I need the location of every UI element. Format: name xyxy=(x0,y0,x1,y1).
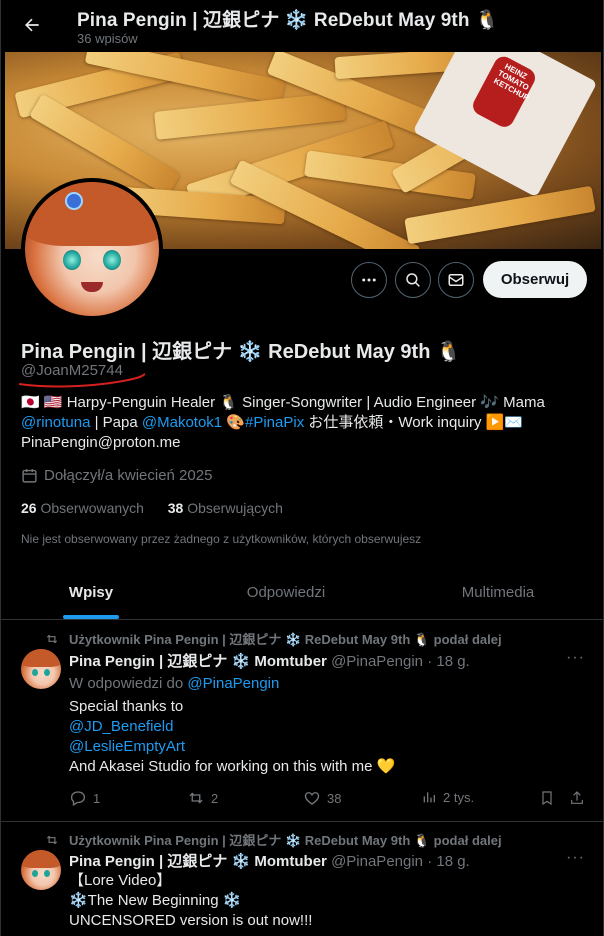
top-bar: Pina Pengin | 辺銀ピナ ❄️ ReDebut May 9th 🐧 … xyxy=(1,0,603,52)
heart-icon xyxy=(304,792,320,805)
post-text-line: Special thanks to xyxy=(69,698,184,715)
like-button[interactable]: 38 xyxy=(303,789,341,807)
repost-icon xyxy=(46,835,58,844)
followers-label: Obserwujących xyxy=(187,500,283,516)
post-time[interactable]: · 18 g. xyxy=(427,853,470,870)
back-button[interactable] xyxy=(15,8,49,42)
hair-clip-icon xyxy=(65,192,83,210)
post-more-button[interactable]: ··· xyxy=(566,649,585,667)
post-mention-leslieemptyart[interactable]: @LeslieEmptyArt xyxy=(69,737,395,757)
followers-count: 38 xyxy=(167,500,184,516)
post-text-line: 【Lore Video】 xyxy=(69,872,172,889)
following-label: Obserwowanych xyxy=(40,500,144,516)
tab-posts[interactable]: Wpisy xyxy=(1,566,181,619)
repost-indicator: Użytkownik Pina Pengin | 辺銀ピナ ❄️ ReDebut… xyxy=(45,830,502,849)
bio-mention-rinotuna[interactable]: @rinotuna xyxy=(21,414,90,431)
profile-bio: 🇯🇵 🇺🇸 Harpy-Penguin Healer 🐧 Singer-Song… xyxy=(21,393,591,453)
red-underline-annotation xyxy=(18,373,146,388)
reply-context: W odpowiedzi do @PinaPengin xyxy=(69,675,280,692)
post-actions: 1 2 38 2 tys. xyxy=(69,789,589,809)
post-time[interactable]: · 18 g. xyxy=(427,653,470,670)
post-header: Pina Pengin | 辺銀ピナ ❄️ Momtuber @PinaPeng… xyxy=(69,650,470,671)
repost-icon xyxy=(46,634,58,643)
arrow-left-icon xyxy=(25,18,39,32)
post-count: 36 wpisów xyxy=(77,31,138,46)
views-chart-icon xyxy=(423,792,435,803)
post-body: W odpowiedzi do @PinaPengin Special than… xyxy=(69,674,395,777)
following-link[interactable]: 26 Obserwowanych xyxy=(21,500,144,516)
post-author-name[interactable]: Pina Pengin | 辺銀ピナ ❄️ Momtuber xyxy=(69,853,327,870)
tab-replies[interactable]: Odpowiedzi xyxy=(181,566,391,619)
reply-count: 1 xyxy=(93,790,101,806)
bio-line-3: PinaPengin@proton.me xyxy=(21,434,181,451)
bio-hashtag-pinapix[interactable]: #PinaPix xyxy=(245,414,304,431)
search-icon xyxy=(406,273,420,287)
more-options-button[interactable] xyxy=(351,262,387,298)
like-count: 38 xyxy=(327,790,342,806)
reply-button[interactable]: 1 xyxy=(69,789,100,807)
views-button[interactable]: 2 tys. xyxy=(421,789,474,805)
follow-button[interactable]: Obserwuj xyxy=(483,261,587,298)
post-author-handle[interactable]: @PinaPengin xyxy=(331,853,423,870)
profile-tabs: Wpisy Odpowiedzi Multimedia xyxy=(1,566,603,620)
follow-counts: 26 Obserwowanych 38 Obserwujących xyxy=(21,500,283,516)
search-button[interactable] xyxy=(395,262,431,298)
tab-media[interactable]: Multimedia xyxy=(391,566,603,619)
more-horizontal-icon: ··· xyxy=(566,849,585,866)
share-icon xyxy=(571,791,583,804)
post-author-handle[interactable]: @PinaPengin xyxy=(331,653,423,670)
post-text-line: ❄️The New Beginning ❄️ xyxy=(69,892,242,909)
joined-date: Dołączył/a kwiecień 2025 xyxy=(21,467,212,484)
calendar-icon xyxy=(22,469,37,483)
repost-button[interactable]: 2 xyxy=(187,789,218,807)
post-more-button[interactable]: ··· xyxy=(566,849,585,867)
share-button[interactable] xyxy=(569,789,585,807)
view-count: 2 tys. xyxy=(443,789,475,805)
post-text-line: UNCENSORED version is out now!!! xyxy=(69,912,313,929)
post-item[interactable]: Użytkownik Pina Pengin | 辺銀ピナ ❄️ ReDebut… xyxy=(1,822,603,936)
following-count: 26 xyxy=(21,500,37,516)
post-text-line: And Akasei Studio for working on this wi… xyxy=(69,758,396,775)
post-author-avatar[interactable] xyxy=(21,649,61,689)
repost-text: Użytkownik Pina Pengin | 辺銀ピナ ❄️ ReDebut… xyxy=(69,632,502,647)
post-author-name[interactable]: Pina Pengin | 辺銀ピナ ❄️ Momtuber xyxy=(69,653,327,670)
bio-line-1: 🇯🇵 🇺🇸 Harpy-Penguin Healer 🐧 Singer-Song… xyxy=(21,394,545,411)
repost-text: Użytkownik Pina Pengin | 辺銀ピナ ❄️ ReDebut… xyxy=(69,833,502,848)
reply-to-mention[interactable]: @PinaPengin xyxy=(187,675,279,692)
mutual-followers-note: Nie jest obserwowany przez żadnego z uży… xyxy=(21,532,422,546)
more-horizontal-icon xyxy=(362,278,376,282)
bio-line-2: @rinotuna | Papa @Makotok1 🎨#PinaPix お仕事… xyxy=(21,414,523,431)
header-title: Pina Pengin | 辺銀ピナ ❄️ ReDebut May 9th 🐧 xyxy=(77,10,499,31)
post-header: Pina Pengin | 辺銀ピナ ❄️ Momtuber @PinaPeng… xyxy=(69,850,470,871)
envelope-icon xyxy=(448,274,464,286)
bio-mention-makotok1[interactable]: @Makotok1 xyxy=(142,414,222,431)
repost-icon xyxy=(189,792,203,804)
joined-text: Dołączył/a kwiecień 2025 xyxy=(44,467,213,484)
post-body: 【Lore Video】 ❄️The New Beginning ❄️ UNCE… xyxy=(69,871,312,931)
profile-name: Pina Pengin | 辺銀ピナ ❄️ ReDebut May 9th 🐧 xyxy=(21,341,461,363)
bookmark-icon xyxy=(542,791,552,806)
reply-icon xyxy=(70,791,86,806)
ketchup-packet-label: HEINZ TOMATO KETCHUP xyxy=(492,61,531,103)
message-button[interactable] xyxy=(438,262,474,298)
post-item[interactable]: Użytkownik Pina Pengin | 辺銀ピナ ❄️ ReDebut… xyxy=(1,621,603,822)
profile-page: Pina Pengin | 辺銀ピナ ❄️ ReDebut May 9th 🐧 … xyxy=(0,0,604,936)
profile-avatar[interactable] xyxy=(21,178,163,320)
bookmark-button[interactable] xyxy=(539,789,555,807)
post-author-avatar[interactable] xyxy=(21,850,61,890)
repost-indicator: Użytkownik Pina Pengin | 辺銀ピナ ❄️ ReDebut… xyxy=(45,629,502,648)
post-mention-jd-benefield[interactable]: @JD_Benefield xyxy=(69,717,395,737)
followers-link[interactable]: 38 Obserwujących xyxy=(168,500,283,516)
more-horizontal-icon: ··· xyxy=(566,649,585,666)
repost-count: 2 xyxy=(211,790,219,806)
